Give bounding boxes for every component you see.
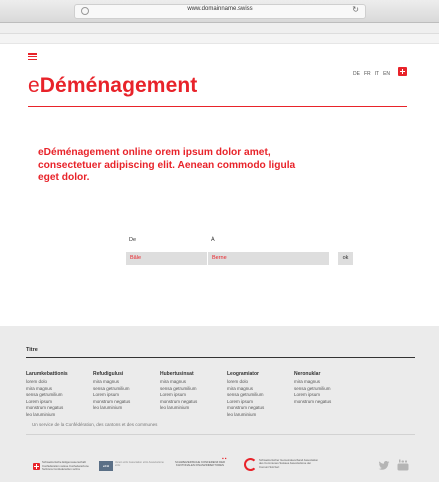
to-label: À xyxy=(211,237,215,243)
footer-column: Hubertusinsat mira magnus sensa getrumil… xyxy=(160,371,227,419)
lang-it[interactable]: IT xyxy=(375,71,379,77)
lang-fr[interactable]: FR xyxy=(364,71,371,77)
footer-link[interactable]: mira magnus xyxy=(160,379,227,386)
swiss-confederation-text: Schweizerische Eidgenossenschaft Confédé… xyxy=(42,460,89,471)
conference-logo-text[interactable]: SCHWEIZERISCHE KONFERENZ DER KANTONALEN … xyxy=(170,460,230,468)
footer-link[interactable]: monstrum negatus xyxy=(160,399,227,406)
footer-column-heading: Neronuklar xyxy=(294,371,321,377)
footer-link[interactable]: monstrum negatus xyxy=(294,399,361,406)
footer-link[interactable]: sensa getrumilium xyxy=(160,386,227,393)
ech-text: Verein eCH Association eCH Associazione … xyxy=(115,461,164,468)
site-logo[interactable]: eDéménagement xyxy=(28,74,197,98)
lang-en[interactable]: EN xyxy=(383,71,390,77)
footer-link[interactable]: monstrum negatus xyxy=(93,399,160,406)
footer-title: Titre xyxy=(26,347,38,353)
footer-column: Refudigulusi mira magnus sensa getrumili… xyxy=(93,371,160,419)
lang-de[interactable]: DE xyxy=(353,71,360,77)
footer-columns: Larumkebattionis lorem dolo mira magnus … xyxy=(26,371,361,419)
footer: Titre Larumkebattionis lorem dolo mira m… xyxy=(0,326,439,482)
footer-link[interactable]: mira magnus xyxy=(294,379,361,386)
footer-link[interactable]: Lorem ipsum xyxy=(294,392,361,399)
footer-column-heading: Refudigulusi xyxy=(93,371,124,377)
footer-link[interactable]: leo laruminium xyxy=(93,405,160,412)
address-bar[interactable]: www.domainname.swiss ↻ xyxy=(74,4,366,19)
browser-toolbar: www.domainname.swiss ↻ xyxy=(0,0,439,23)
footer-link[interactable]: Lorem ipsum xyxy=(93,392,160,399)
footer-link[interactable]: mira magnus xyxy=(227,386,294,393)
footer-link[interactable]: leo laruminium xyxy=(227,412,294,419)
browser-bookmarks-bar xyxy=(0,23,439,34)
communes-text: Schweizerischer Gemeindeverband Associat… xyxy=(259,458,319,469)
footer-link[interactable]: lorem dolo xyxy=(26,379,93,386)
from-label: De xyxy=(129,237,137,243)
intro-text: eDéménagement online orem ipsum dolor am… xyxy=(38,147,296,183)
footer-link[interactable]: Lorem ipsum xyxy=(227,399,294,406)
youtube-icon[interactable] xyxy=(397,459,409,471)
footer-link[interactable]: mira magnus xyxy=(93,379,160,386)
communes-logo[interactable] xyxy=(244,458,257,471)
footer-column: Larumkebattionis lorem dolo mira magnus … xyxy=(26,371,93,419)
footer-link[interactable]: leo laruminium xyxy=(26,412,93,419)
footer-link[interactable]: sensa getrumilium xyxy=(294,386,361,393)
to-input[interactable]: Berne xyxy=(208,252,329,265)
footer-link[interactable]: Lorem ipsum xyxy=(26,399,93,406)
from-input[interactable]: Bâle xyxy=(126,252,207,265)
footer-column-heading: Larumkebattionis xyxy=(26,371,68,377)
footer-link[interactable]: monstrum negatus xyxy=(227,405,294,412)
footer-link[interactable]: sensa getrumilium xyxy=(26,392,93,399)
footer-link[interactable]: Lorem ipsum xyxy=(160,392,227,399)
twitter-icon[interactable] xyxy=(378,461,390,470)
language-switcher: DE FR IT EN xyxy=(353,71,390,77)
footer-divider-light xyxy=(26,434,415,435)
browser-tab-strip xyxy=(0,34,439,44)
swiss-flag-icon xyxy=(398,67,407,76)
reload-icon[interactable]: ↻ xyxy=(352,5,359,14)
footer-link[interactable]: leo laruminium xyxy=(160,405,227,412)
footer-link[interactable]: lorem dolo xyxy=(227,379,294,386)
footer-divider xyxy=(26,357,415,358)
brand-name: Déménagement xyxy=(39,74,198,97)
url-text: www.domainname.swiss xyxy=(187,6,253,12)
brand-prefix: e xyxy=(28,74,40,97)
footer-link[interactable]: sensa getrumilium xyxy=(93,386,160,393)
menu-icon[interactable] xyxy=(28,53,37,60)
footer-column-heading: Hubertusinsat xyxy=(160,371,194,377)
conference-logo-mark: ▪▪ xyxy=(222,456,228,462)
swiss-confederation-logo[interactable] xyxy=(33,463,40,470)
footer-link[interactable]: sensa getrumilium xyxy=(227,392,294,399)
header-divider xyxy=(28,106,407,107)
service-text: Un service de la Confédération, des cant… xyxy=(32,422,158,427)
footer-link[interactable]: monstrum negatus xyxy=(26,405,93,412)
ech-logo[interactable]: eCH xyxy=(99,461,113,471)
footer-column: Neronuklar mira magnus sensa getrumilium… xyxy=(294,371,361,419)
footer-column-heading: Leogramiator xyxy=(227,371,259,377)
footer-column: Leogramiator lorem dolo mira magnus sens… xyxy=(227,371,294,419)
ok-button[interactable]: ok xyxy=(338,252,353,265)
footer-link[interactable]: mira magnus xyxy=(26,386,93,393)
